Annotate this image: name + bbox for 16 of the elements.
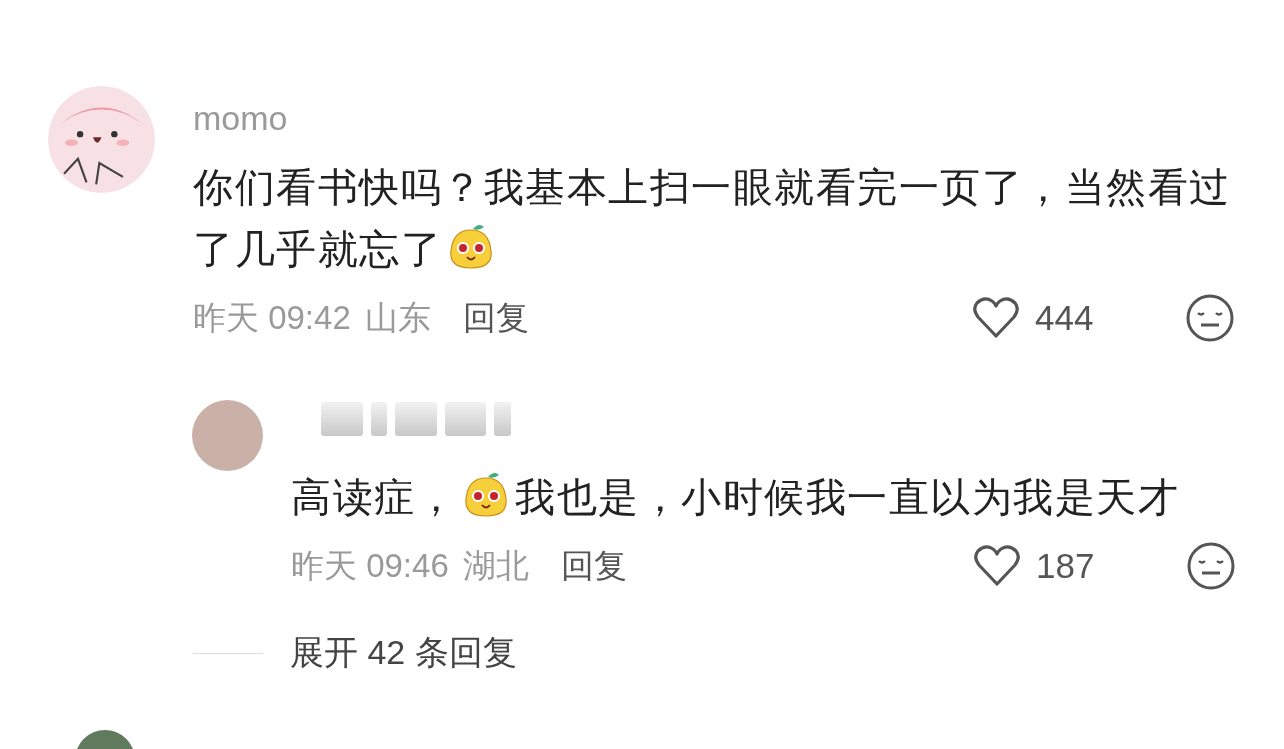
like-count: 444 [1035, 298, 1095, 338]
neutral-face-icon[interactable] [1185, 293, 1235, 343]
reply-link[interactable]: 回复 [462, 295, 529, 341]
comment-text: 了几乎就忘了 [193, 227, 442, 271]
timestamp: 昨天 09:42 [193, 297, 351, 338]
location: 山东 [364, 297, 431, 338]
timestamp: 昨天 09:46 [291, 545, 449, 586]
expand-replies-link[interactable]: 展开 42 条回复 [290, 630, 517, 676]
cartoon-avatar[interactable] [48, 86, 155, 193]
location: 湖北 [462, 545, 529, 586]
like-count: 187 [1036, 546, 1096, 586]
reply-link[interactable]: 回复 [560, 543, 627, 589]
neutral-face-icon[interactable] [1186, 541, 1236, 591]
comment-text: 你们看书快吗？我基本上扫一眼就看完一页了，当然看过 [193, 165, 1231, 209]
reply-text: 高读症， [291, 475, 457, 519]
reply-text: 我也是，小时候我一直以为我是天才 [515, 475, 1179, 519]
